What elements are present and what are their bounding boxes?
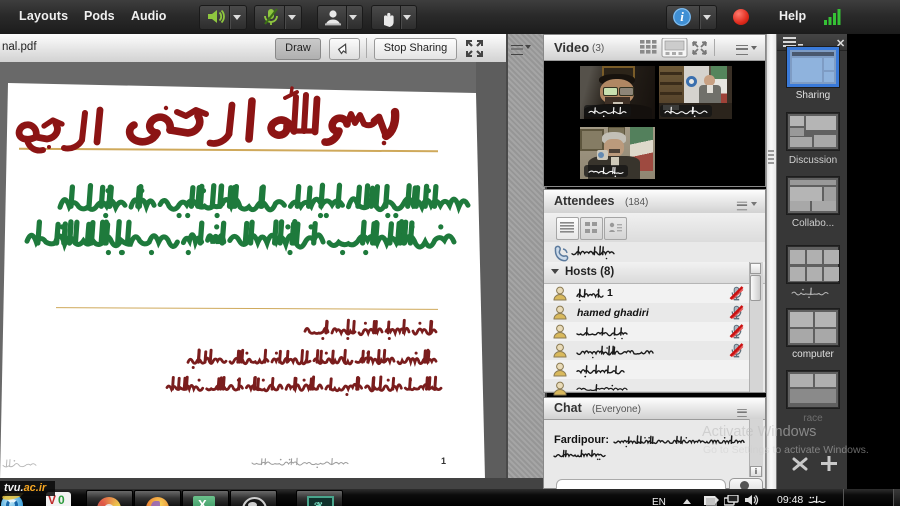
svg-text:i: i [680, 9, 684, 24]
